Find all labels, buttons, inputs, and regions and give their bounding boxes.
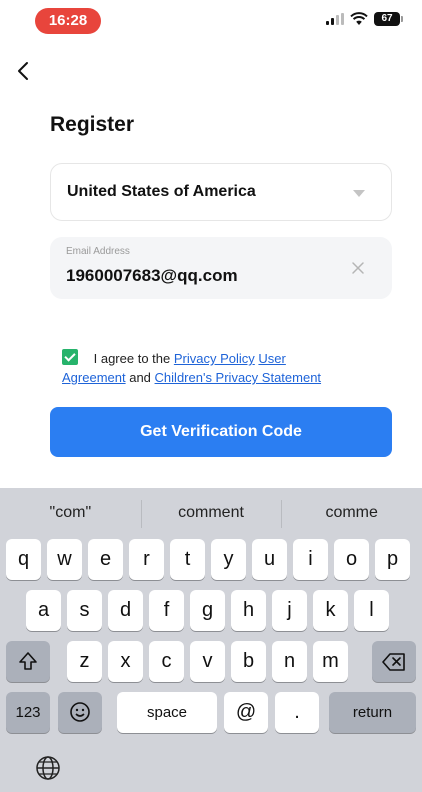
privacy-policy-link[interactable]: Privacy Policy <box>174 351 255 366</box>
key-c[interactable]: c <box>149 641 184 682</box>
agreement-text: I agree to the Privacy Policy User <box>62 349 392 367</box>
key-o[interactable]: o <box>334 539 369 580</box>
key-m[interactable]: m <box>313 641 348 682</box>
status-bar: 16:28 67 <box>0 0 422 46</box>
status-icons: 67 <box>326 12 403 26</box>
dot-key[interactable]: . <box>275 692 319 733</box>
at-key[interactable]: @ <box>224 692 268 733</box>
return-key[interactable]: return <box>329 692 416 733</box>
shift-icon <box>19 652 37 670</box>
key-g[interactable]: g <box>190 590 225 631</box>
key-z[interactable]: z <box>67 641 102 682</box>
backspace-key[interactable] <box>372 641 416 682</box>
key-n[interactable]: n <box>272 641 307 682</box>
shift-key[interactable] <box>6 641 50 682</box>
agreement-text-line2: Agreement and Children's Privacy Stateme… <box>62 370 321 385</box>
key-s[interactable]: s <box>67 590 102 631</box>
keyboard: "com" comment comme q w e r t y u i o p … <box>0 488 422 792</box>
signal-icon <box>326 13 344 25</box>
key-l[interactable]: l <box>354 590 389 631</box>
country-value: United States of America <box>67 183 256 200</box>
key-t[interactable]: t <box>170 539 205 580</box>
key-i[interactable]: i <box>293 539 328 580</box>
childrens-privacy-link[interactable]: Children's Privacy Statement <box>155 370 322 385</box>
space-key[interactable]: space <box>117 692 217 733</box>
back-button[interactable] <box>8 54 38 88</box>
key-q[interactable]: q <box>6 539 41 580</box>
numbers-key[interactable]: 123 <box>6 692 50 733</box>
key-b[interactable]: b <box>231 641 266 682</box>
agree-text: I agree to the <box>93 351 171 366</box>
wifi-icon <box>350 12 368 25</box>
user-agreement-link-part2[interactable]: Agreement <box>62 370 126 385</box>
and-text: and <box>129 370 151 385</box>
status-time: 16:28 <box>35 8 101 34</box>
key-e[interactable]: e <box>88 539 123 580</box>
key-j[interactable]: j <box>272 590 307 631</box>
email-label: Email Address <box>66 246 130 257</box>
agree-checkbox[interactable] <box>62 349 78 365</box>
clear-icon[interactable] <box>350 260 366 276</box>
page-title: Register <box>50 113 135 136</box>
email-value: 1960007683@qq.com <box>66 266 238 285</box>
globe-icon[interactable] <box>35 755 61 781</box>
key-a[interactable]: a <box>26 590 61 631</box>
get-verification-code-button[interactable]: Get Verification Code <box>50 407 392 457</box>
emoji-icon <box>70 702 90 722</box>
key-w[interactable]: w <box>47 539 82 580</box>
back-arrow-icon <box>18 62 28 80</box>
key-f[interactable]: f <box>149 590 184 631</box>
key-u[interactable]: u <box>252 539 287 580</box>
country-select[interactable]: United States of America <box>50 163 392 221</box>
suggestion-1[interactable]: "com" <box>0 504 141 522</box>
key-v[interactable]: v <box>190 641 225 682</box>
key-p[interactable]: p <box>375 539 410 580</box>
user-agreement-link-part1[interactable]: User <box>258 351 285 366</box>
key-d[interactable]: d <box>108 590 143 631</box>
key-y[interactable]: y <box>211 539 246 580</box>
suggestion-3[interactable]: comme <box>281 500 422 528</box>
key-x[interactable]: x <box>108 641 143 682</box>
email-field[interactable]: Email Address 1960007683@qq.com <box>50 237 392 299</box>
dropdown-caret-icon <box>353 190 365 197</box>
suggestion-bar: "com" comment comme <box>0 488 422 538</box>
key-k[interactable]: k <box>313 590 348 631</box>
key-r[interactable]: r <box>129 539 164 580</box>
backspace-icon <box>382 653 405 671</box>
key-h[interactable]: h <box>231 590 266 631</box>
emoji-key[interactable] <box>58 692 102 733</box>
battery-icon: 67 <box>374 12 403 26</box>
suggestion-2[interactable]: comment <box>140 500 282 528</box>
